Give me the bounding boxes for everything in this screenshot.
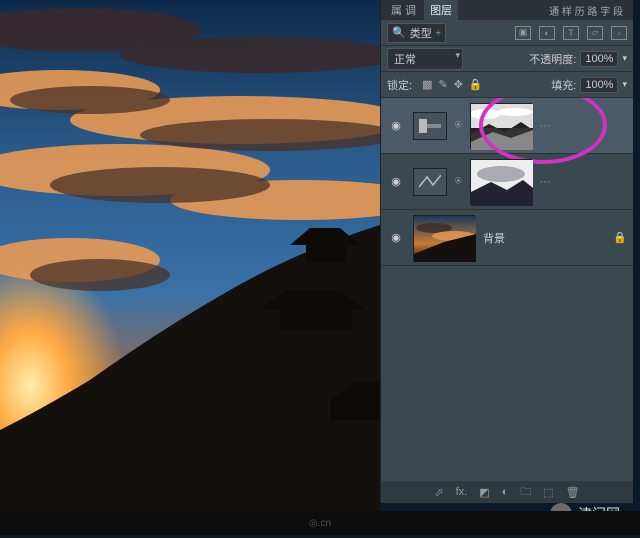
layer-filter-type[interactable]: 🔍 类型 ÷ bbox=[387, 23, 446, 43]
lock-paint-icon[interactable]: ✎ bbox=[438, 78, 447, 91]
layers-panel: 属 调 图层 通 样 历 路 字 段 🔍 类型 ÷ ▣ ◐ T ▱ ▫ 正常 不… bbox=[380, 0, 633, 503]
lock-transparent-icon[interactable]: ▩ bbox=[422, 78, 432, 91]
mask-thumb[interactable] bbox=[470, 159, 532, 205]
lock-all-icon[interactable]: 🔒 bbox=[469, 78, 483, 91]
new-layer-icon[interactable]: ⬚ bbox=[543, 486, 553, 499]
lock-icon[interactable]: 🔒 bbox=[613, 231, 627, 244]
search-icon: 🔍 bbox=[392, 26, 406, 39]
link-icon[interactable]: ⍟ bbox=[455, 119, 462, 132]
adjustment-icon[interactable]: ◐ bbox=[502, 486, 509, 498]
opacity-value[interactable]: 100% bbox=[580, 51, 618, 67]
fx-icon[interactable]: fx. bbox=[456, 486, 468, 498]
lock-label: 锁定: bbox=[387, 77, 412, 93]
filter-smart-icon[interactable]: ▫ bbox=[611, 26, 627, 40]
visibility-toggle[interactable]: ◉ bbox=[387, 117, 405, 135]
fill-label: 填充: bbox=[551, 77, 576, 93]
blend-mode-select[interactable]: 正常 bbox=[387, 48, 463, 70]
chevron-down-icon[interactable]: ▾ bbox=[622, 79, 627, 90]
panel-footer: ⬀ fx. ◩ ◐ 🗀 ⬚ 🗑 bbox=[381, 481, 633, 503]
layer-name[interactable]: 背景 bbox=[483, 230, 605, 246]
layer-options-icon[interactable]: ⋯ bbox=[540, 175, 551, 188]
opacity-label: 不透明度: bbox=[529, 51, 576, 67]
filter-type-icon[interactable]: T bbox=[563, 26, 579, 40]
layers-list: ◉ ⍟ ⋯ ◉ ⍟ bbox=[381, 98, 633, 481]
blend-row: 正常 不透明度: 100% ▾ bbox=[381, 46, 633, 72]
layer-thumb[interactable] bbox=[413, 215, 475, 261]
link-layers-icon[interactable]: ⬀ bbox=[434, 486, 443, 499]
adjustment-thumb[interactable] bbox=[413, 168, 447, 196]
trash-icon[interactable]: 🗑 bbox=[566, 486, 580, 499]
mask-thumb[interactable] bbox=[470, 103, 532, 149]
filter-shape-icon[interactable]: ▱ bbox=[587, 26, 603, 40]
layer-row[interactable]: ◉ ⍟ ⋯ bbox=[381, 98, 633, 154]
tab-properties[interactable]: 属 调 bbox=[385, 0, 422, 20]
filter-pixel-icon[interactable]: ▣ bbox=[515, 26, 531, 40]
filter-adjust-icon[interactable]: ◐ bbox=[539, 26, 555, 40]
lock-row: 锁定: ▩ ✎ ✥ 🔒 填充: 100% ▾ bbox=[381, 72, 633, 98]
adjustment-thumb[interactable] bbox=[413, 112, 447, 140]
tab-others[interactable]: 通 样 历 路 字 段 bbox=[543, 1, 629, 20]
lock-position-icon[interactable]: ✥ bbox=[454, 78, 463, 91]
footer-logo: ◎.cn bbox=[309, 518, 331, 529]
mask-icon[interactable]: ◩ bbox=[479, 486, 489, 499]
chevron-down-icon[interactable]: ▾ bbox=[622, 53, 627, 64]
tab-layers[interactable]: 图层 bbox=[424, 0, 458, 20]
visibility-toggle[interactable]: ◉ bbox=[387, 229, 405, 247]
group-icon[interactable]: 🗀 bbox=[520, 483, 531, 502]
layer-row[interactable]: ◉ 背景 🔒 bbox=[381, 210, 633, 266]
layer-row[interactable]: ◉ ⍟ ⋯ bbox=[381, 154, 633, 210]
footer-bar: ◎.cn bbox=[0, 511, 640, 535]
canvas-viewport[interactable] bbox=[0, 0, 380, 535]
filter-icons: ▣ ◐ T ▱ ▫ bbox=[515, 26, 627, 40]
fill-value[interactable]: 100% bbox=[580, 77, 618, 93]
panel-tabs: 属 调 图层 通 样 历 路 字 段 bbox=[381, 0, 633, 20]
layer-options-icon[interactable]: ⋯ bbox=[540, 119, 551, 132]
filter-row: 🔍 类型 ÷ ▣ ◐ T ▱ ▫ bbox=[381, 20, 633, 46]
visibility-toggle[interactable]: ◉ bbox=[387, 173, 405, 191]
link-icon[interactable]: ⍟ bbox=[455, 175, 462, 188]
